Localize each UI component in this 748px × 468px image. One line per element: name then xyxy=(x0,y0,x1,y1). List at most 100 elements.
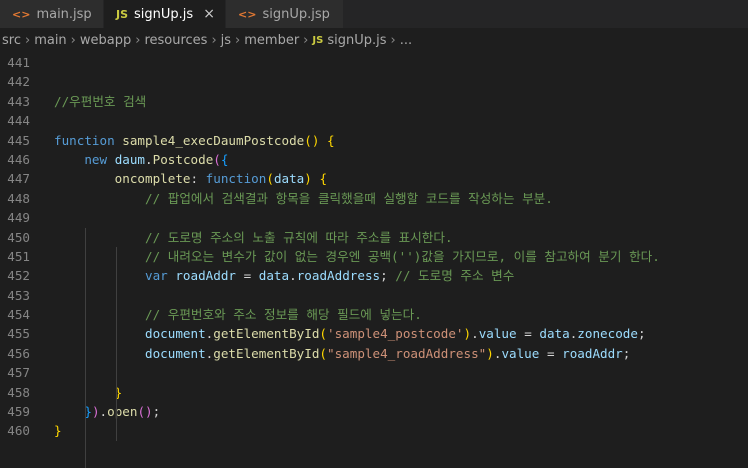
line-number: 458 xyxy=(7,384,30,400)
string: 'sample4_postcode' xyxy=(327,326,464,342)
breadcrumb-item[interactable]: signUp.js xyxy=(327,33,386,48)
comment: // 우편번호와 주소 정보를 해당 필드에 넣는다. xyxy=(145,307,422,323)
code-line: 453 xyxy=(0,286,748,305)
close-icon[interactable]: × xyxy=(203,6,215,22)
comment: // 팝업에서 검색결과 항목을 클릭했을때 실행할 코드를 작성하는 부분. xyxy=(145,190,553,206)
code-line: 455 document.getElementById('sample4_pos… xyxy=(0,324,748,343)
code-line: 445 function sample4_execDaumPostcode() { xyxy=(0,131,748,150)
line-number: 443 xyxy=(7,93,30,109)
identifier: roadAddr xyxy=(562,345,623,361)
chevron-right-icon: › xyxy=(303,33,309,48)
html-file-icon: <> xyxy=(12,7,31,21)
code-line: 450 // 도로명 주소의 노출 규칙에 따라 주소를 표시한다. xyxy=(0,228,748,247)
line-number: 454 xyxy=(7,307,30,323)
breadcrumb-item[interactable]: ... xyxy=(400,33,412,48)
indent-guide xyxy=(85,228,86,468)
function-name: getElementById xyxy=(213,345,320,361)
keyword: function xyxy=(205,171,267,187)
code-line: 458 } xyxy=(0,383,748,402)
chevron-right-icon: › xyxy=(390,33,396,48)
tab-signup-js[interactable]: JS signUp.js × xyxy=(104,0,226,28)
keyword: var xyxy=(145,268,168,284)
line-number: 456 xyxy=(7,345,30,361)
breadcrumb-item[interactable]: main xyxy=(34,33,66,48)
chevron-right-icon: › xyxy=(135,33,141,48)
line-number: 444 xyxy=(7,113,30,129)
tab-signup-jsp[interactable]: <> signUp.jsp xyxy=(226,0,344,28)
code-line: 457 xyxy=(0,363,748,382)
identifier: data xyxy=(539,326,570,342)
string: "sample4_roadAddress" xyxy=(327,345,487,361)
breadcrumb-item[interactable]: resources xyxy=(144,33,207,48)
js-file-icon: JS xyxy=(116,7,129,21)
code-line: 452 var roadAddr = data.roadAddress; // … xyxy=(0,266,748,285)
property: value xyxy=(478,326,517,342)
chevron-right-icon: › xyxy=(235,33,241,48)
code-line: 441 xyxy=(0,53,748,72)
property: value xyxy=(501,345,540,361)
identifier: document xyxy=(145,326,206,342)
comment: //우편번호 검색 xyxy=(54,93,147,109)
line-number: 446 xyxy=(7,151,30,167)
chevron-right-icon: › xyxy=(24,33,31,48)
code-line: 449 xyxy=(0,208,748,227)
line-number: 455 xyxy=(7,326,30,342)
identifier: document xyxy=(145,345,206,361)
property: roadAddress xyxy=(296,268,381,284)
function-name: getElementById xyxy=(213,326,320,342)
line-number: 441 xyxy=(7,55,30,70)
function-name: Postcode xyxy=(152,151,214,167)
line-number: 460 xyxy=(7,423,30,439)
property: zonecode xyxy=(577,326,638,342)
code-line: 443 //우편번호 검색 xyxy=(0,92,748,111)
code-line: 444 xyxy=(0,111,748,130)
line-number: 445 xyxy=(7,132,30,148)
chevron-right-icon: › xyxy=(211,33,217,48)
chevron-right-icon: › xyxy=(70,33,76,48)
tab-bar: <> main.jsp JS signUp.js × <> signUp.jsp xyxy=(0,0,748,28)
parameter: data xyxy=(273,171,305,187)
keyword: function xyxy=(54,132,115,148)
code-line: 442 xyxy=(0,72,748,91)
property: oncomplete xyxy=(114,171,191,187)
code-line: 454 // 우편번호와 주소 정보를 해당 필드에 넣는다. xyxy=(0,305,748,324)
line-number: 448 xyxy=(7,190,30,206)
identifier: daum xyxy=(114,151,146,167)
tab-label: signUp.js xyxy=(134,6,194,22)
code-editor[interactable]: 441 442 443 //우편번호 검색 444 445 function sam… xyxy=(0,53,748,468)
line-number: 442 xyxy=(7,74,30,90)
identifier: data xyxy=(258,268,290,284)
comment: // 내려오는 변수가 값이 없는 경우엔 공백('')값을 가지므로, 이를 … xyxy=(145,248,660,264)
keyword: new xyxy=(84,151,108,167)
line-number: 459 xyxy=(7,404,30,420)
tab-label: signUp.jsp xyxy=(262,6,330,22)
code-line: 456 document.getElementById("sample4_roa… xyxy=(0,344,748,363)
html-file-icon: <> xyxy=(238,7,257,21)
function-name: sample4_execDaumPostcode xyxy=(122,132,305,148)
tab-label: main.jsp xyxy=(36,6,92,22)
line-number: 451 xyxy=(7,248,30,264)
code-line: 451 // 내려오는 변수가 값이 없는 경우엔 공백('')값을 가지므로,… xyxy=(0,247,748,266)
breadcrumb-item[interactable]: webapp xyxy=(80,33,131,48)
js-file-icon: JS xyxy=(312,35,324,46)
indent-guide xyxy=(116,247,117,441)
code-line: 446 new daum.Postcode({ xyxy=(0,150,748,169)
comment: // 도로명 주소 변수 xyxy=(395,268,515,284)
line-number: 450 xyxy=(7,229,30,245)
breadcrumb-item[interactable]: js xyxy=(221,33,231,48)
line-number: 449 xyxy=(7,210,30,226)
code-line: 447 oncomplete: function(data) { xyxy=(0,169,748,188)
line-number: 457 xyxy=(7,365,30,381)
tab-main-jsp[interactable]: <> main.jsp xyxy=(0,0,104,28)
line-number: 452 xyxy=(7,268,30,284)
line-number: 453 xyxy=(7,287,30,303)
comment: // 도로명 주소의 노출 규칙에 따라 주소를 표시한다. xyxy=(145,229,453,245)
identifier: roadAddr xyxy=(175,268,237,284)
code-line: 448 // 팝업에서 검색결과 항목을 클릭했을때 실행할 코드를 작성하는 … xyxy=(0,189,748,208)
breadcrumb: src › main › webapp › resources › js › member… xyxy=(0,28,748,53)
function-name: open xyxy=(107,404,138,420)
breadcrumb-item[interactable]: member xyxy=(244,33,299,48)
code-line: 459 }).open(); xyxy=(0,402,748,421)
line-number: 447 xyxy=(7,171,30,187)
breadcrumb-item[interactable]: src xyxy=(2,33,21,48)
